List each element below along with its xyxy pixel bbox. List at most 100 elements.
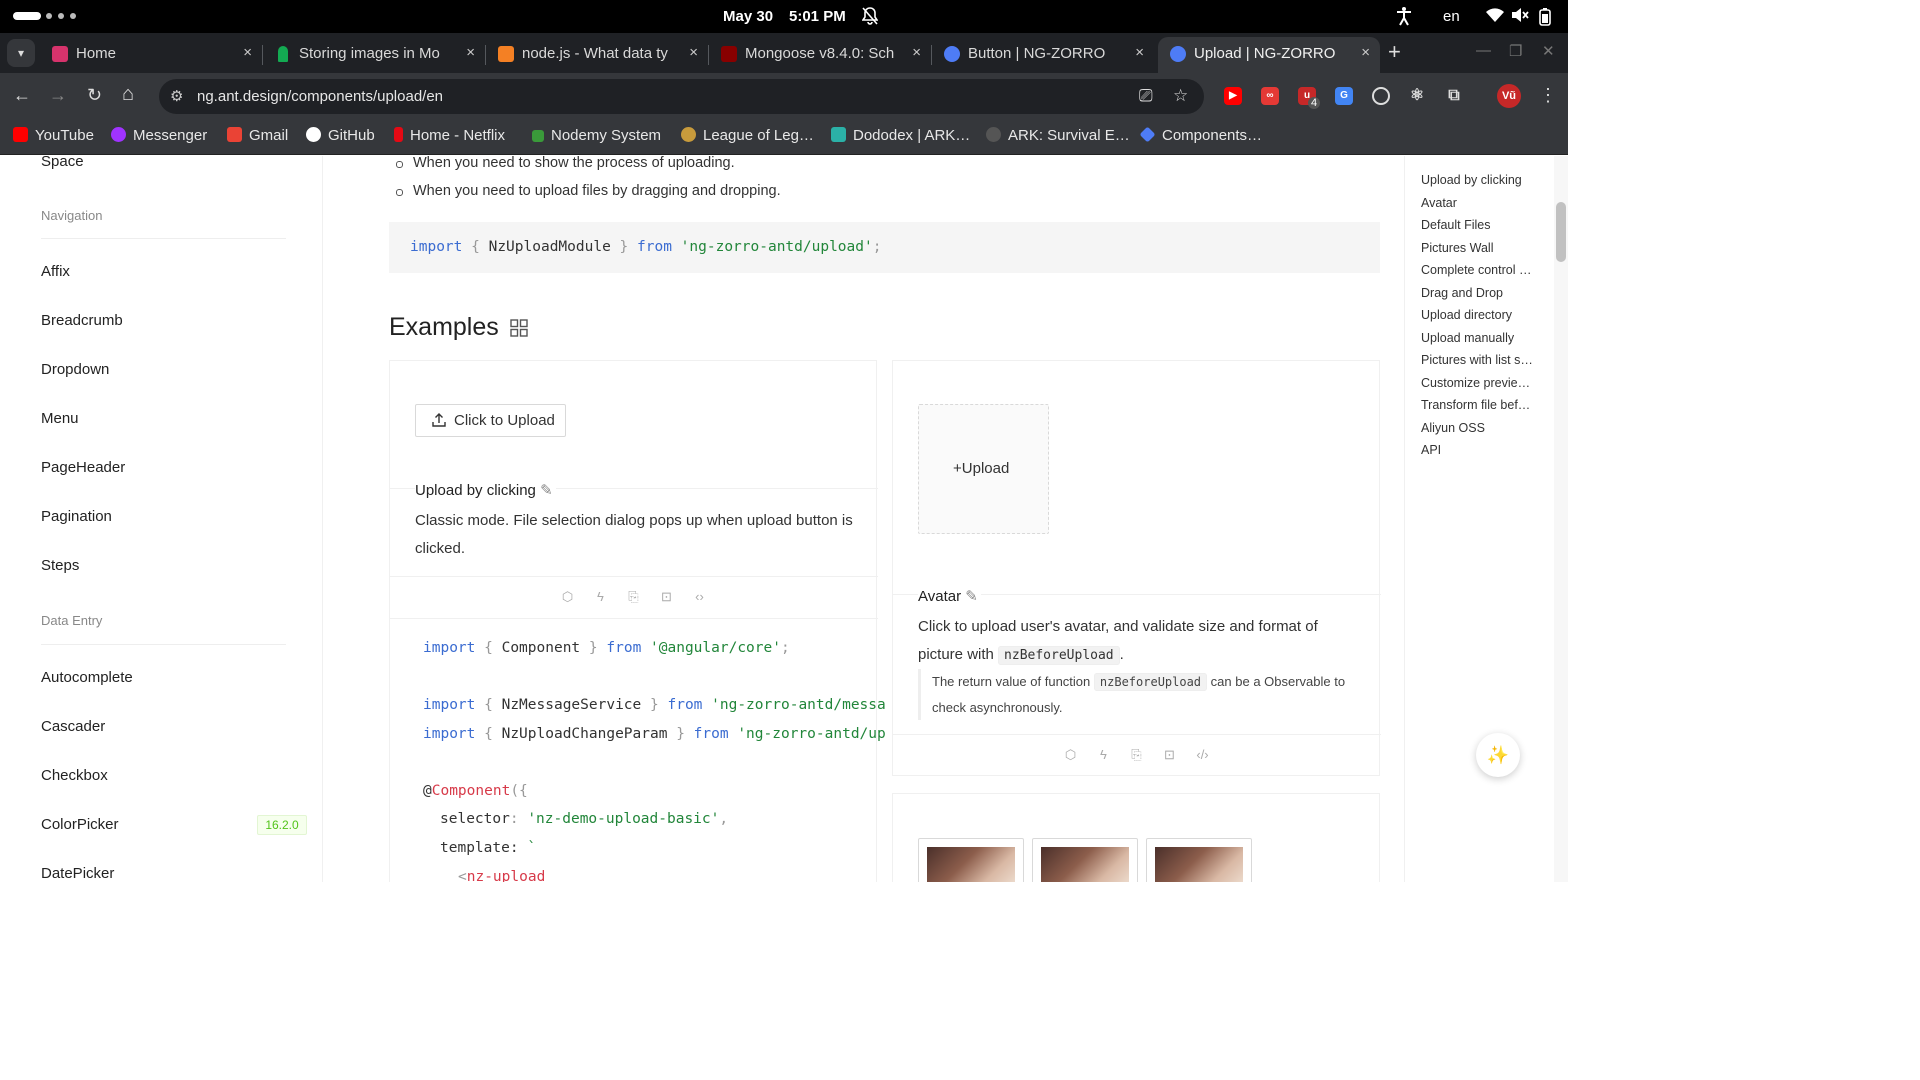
uploaded-image-thumbnail[interactable] bbox=[1146, 838, 1252, 882]
bookmark-star-icon[interactable]: ☆ bbox=[1173, 86, 1188, 106]
example-title[interactable]: Upload by clicking ✎ bbox=[415, 481, 556, 499]
infinity-extension-icon[interactable]: ∞ bbox=[1261, 87, 1279, 105]
react-devtools-icon[interactable]: ⚛ bbox=[1408, 87, 1426, 105]
translate-extension-icon[interactable]: G bbox=[1335, 87, 1353, 105]
os-date[interactable]: May 30 bbox=[723, 8, 773, 25]
toc-link[interactable]: Default Files bbox=[1421, 218, 1536, 232]
stackblitz-icon[interactable]: ϟ bbox=[1087, 747, 1120, 762]
bookmark-components[interactable]: Components… bbox=[1139, 126, 1262, 144]
toc-link[interactable]: Avatar bbox=[1421, 196, 1536, 210]
tab-search-chevron-icon[interactable]: ▾ bbox=[7, 39, 35, 67]
battery-icon[interactable] bbox=[1539, 8, 1551, 30]
sidebar-item-pagination[interactable]: Pagination bbox=[41, 508, 112, 525]
toc-link[interactable]: Customize previe… bbox=[1421, 376, 1536, 390]
scrollbar-thumb[interactable] bbox=[1556, 202, 1566, 262]
theme-toggle-magic-icon[interactable]: ✨ bbox=[1476, 733, 1520, 777]
tab-storing-images[interactable]: Storing images in Mo × bbox=[263, 37, 486, 73]
sidebar-item-cascader[interactable]: Cascader bbox=[41, 718, 105, 735]
toc-link[interactable]: Complete control … bbox=[1421, 263, 1536, 277]
avatar-upload-box[interactable]: +Upload bbox=[918, 404, 1049, 534]
uploaded-image-thumbnail[interactable] bbox=[1032, 838, 1138, 882]
install-app-icon[interactable]: ⎚ bbox=[1139, 86, 1153, 106]
maximize-icon[interactable]: ❐ bbox=[1509, 42, 1522, 60]
example-title[interactable]: Avatar ✎ bbox=[918, 587, 981, 605]
profile-avatar[interactable]: Vũ bbox=[1497, 84, 1521, 108]
show-code-icon[interactable]: ‹› bbox=[683, 589, 716, 604]
tab-home[interactable]: Home × bbox=[40, 37, 263, 73]
toc-link[interactable]: Transform file bef… bbox=[1421, 398, 1536, 412]
home-icon[interactable]: ⌂ bbox=[122, 83, 134, 106]
tab-button-ngzorro[interactable]: Button | NG-ZORRO × bbox=[932, 37, 1154, 73]
expand-all-grid-icon[interactable] bbox=[510, 319, 528, 337]
bookmark-github[interactable]: GitHub bbox=[306, 127, 375, 144]
uploaded-image-thumbnail[interactable] bbox=[918, 838, 1024, 882]
toc-link[interactable]: API bbox=[1421, 443, 1536, 457]
toc-link[interactable]: Upload directory bbox=[1421, 308, 1536, 322]
bookmark-nodemy[interactable]: Nodemy System bbox=[532, 127, 661, 144]
new-tab-plus-icon[interactable]: + bbox=[1388, 39, 1401, 65]
tab-upload-ngzorro[interactable]: Upload | NG-ZORRO × bbox=[1158, 37, 1380, 73]
show-code-icon[interactable]: ‹/› bbox=[1186, 747, 1219, 762]
forward-arrow-icon[interactable]: → bbox=[49, 85, 67, 106]
browser-menu-icon[interactable]: ⋮ bbox=[1539, 85, 1557, 106]
youtube-extension-icon[interactable]: ▶ bbox=[1224, 87, 1242, 105]
accessibility-icon[interactable] bbox=[1396, 6, 1412, 30]
sidebar-item-checkbox[interactable]: Checkbox bbox=[41, 767, 108, 784]
page-scrollbar[interactable] bbox=[1554, 156, 1568, 882]
sidebar-item-affix[interactable]: Affix bbox=[41, 263, 70, 280]
workspace-dot[interactable] bbox=[70, 13, 76, 19]
workspace-dot[interactable] bbox=[46, 13, 52, 19]
codesandbox-icon[interactable]: ⬡ bbox=[551, 589, 584, 605]
tab-stackoverflow[interactable]: node.js - What data ty × bbox=[486, 37, 709, 73]
bookmark-netflix[interactable]: Home - Netflix bbox=[394, 127, 505, 144]
sidebar-item-autocomplete[interactable]: Autocomplete bbox=[41, 669, 133, 686]
tab-close-icon[interactable]: × bbox=[466, 44, 475, 61]
terminal-icon[interactable]: ⊡ bbox=[650, 589, 683, 605]
toc-link[interactable]: Pictures with list s… bbox=[1421, 353, 1536, 367]
edit-icon[interactable]: ✎ bbox=[965, 588, 978, 605]
workspace-indicator[interactable] bbox=[13, 12, 41, 20]
notifications-off-icon[interactable] bbox=[861, 7, 879, 29]
toc-link[interactable]: Drag and Drop bbox=[1421, 286, 1536, 300]
bookmark-gmail[interactable]: Gmail bbox=[227, 127, 288, 144]
target-extension-icon[interactable] bbox=[1372, 87, 1390, 105]
toc-link[interactable]: Aliyun OSS bbox=[1421, 421, 1536, 435]
tab-close-icon[interactable]: × bbox=[912, 44, 921, 61]
sidebar-item-steps[interactable]: Steps bbox=[41, 557, 79, 574]
close-window-icon[interactable]: ✕ bbox=[1542, 42, 1555, 60]
bookmark-dododex[interactable]: Dododex | ARK… bbox=[831, 127, 970, 144]
tab-close-icon[interactable]: × bbox=[1361, 44, 1370, 61]
address-bar[interactable]: ⚙ ng.ant.design/components/upload/en ⎚ ☆ bbox=[159, 79, 1204, 114]
bookmark-youtube[interactable]: YouTube bbox=[13, 127, 94, 144]
extensions-puzzle-icon[interactable]: ⧉ bbox=[1445, 87, 1463, 105]
keyboard-language[interactable]: en bbox=[1443, 8, 1460, 25]
toc-link[interactable]: Pictures Wall bbox=[1421, 241, 1536, 255]
sidebar-item-dropdown[interactable]: Dropdown bbox=[41, 361, 109, 378]
toc-link[interactable]: Upload manually bbox=[1421, 331, 1536, 345]
codesandbox-icon[interactable]: ⬡ bbox=[1054, 747, 1087, 763]
edit-icon[interactable]: ✎ bbox=[540, 482, 553, 499]
back-arrow-icon[interactable]: ← bbox=[13, 85, 31, 106]
workspace-dot[interactable] bbox=[58, 13, 64, 19]
stackblitz-icon[interactable]: ϟ bbox=[584, 589, 617, 604]
copy-icon[interactable]: ⎘ bbox=[1120, 747, 1153, 763]
sidebar-item-datepicker[interactable]: DatePicker bbox=[41, 865, 114, 882]
site-info-icon[interactable]: ⚙ bbox=[170, 87, 183, 105]
tab-close-icon[interactable]: × bbox=[689, 44, 698, 61]
bookmark-messenger[interactable]: Messenger bbox=[111, 127, 207, 144]
minimize-icon[interactable]: — bbox=[1476, 42, 1491, 59]
url-text[interactable]: ng.ant.design/components/upload/en bbox=[197, 88, 443, 105]
reload-icon[interactable]: ↻ bbox=[87, 85, 102, 106]
tab-close-icon[interactable]: × bbox=[243, 44, 252, 61]
bookmark-ark[interactable]: ARK: Survival E… bbox=[986, 127, 1130, 144]
sidebar-item-menu[interactable]: Menu bbox=[41, 410, 79, 427]
sidebar-item-space[interactable]: Space bbox=[41, 156, 84, 170]
os-time[interactable]: 5:01 PM bbox=[789, 8, 846, 25]
sidebar-item-colorpicker[interactable]: ColorPicker bbox=[41, 816, 119, 833]
sidebar-item-pageheader[interactable]: PageHeader bbox=[41, 459, 125, 476]
bookmark-league[interactable]: League of Leg… bbox=[681, 127, 814, 144]
volume-muted-icon[interactable] bbox=[1511, 7, 1529, 27]
click-to-upload-button[interactable]: Click to Upload bbox=[415, 404, 566, 437]
toc-link[interactable]: Upload by clicking bbox=[1421, 173, 1536, 187]
wifi-icon[interactable] bbox=[1486, 7, 1504, 27]
